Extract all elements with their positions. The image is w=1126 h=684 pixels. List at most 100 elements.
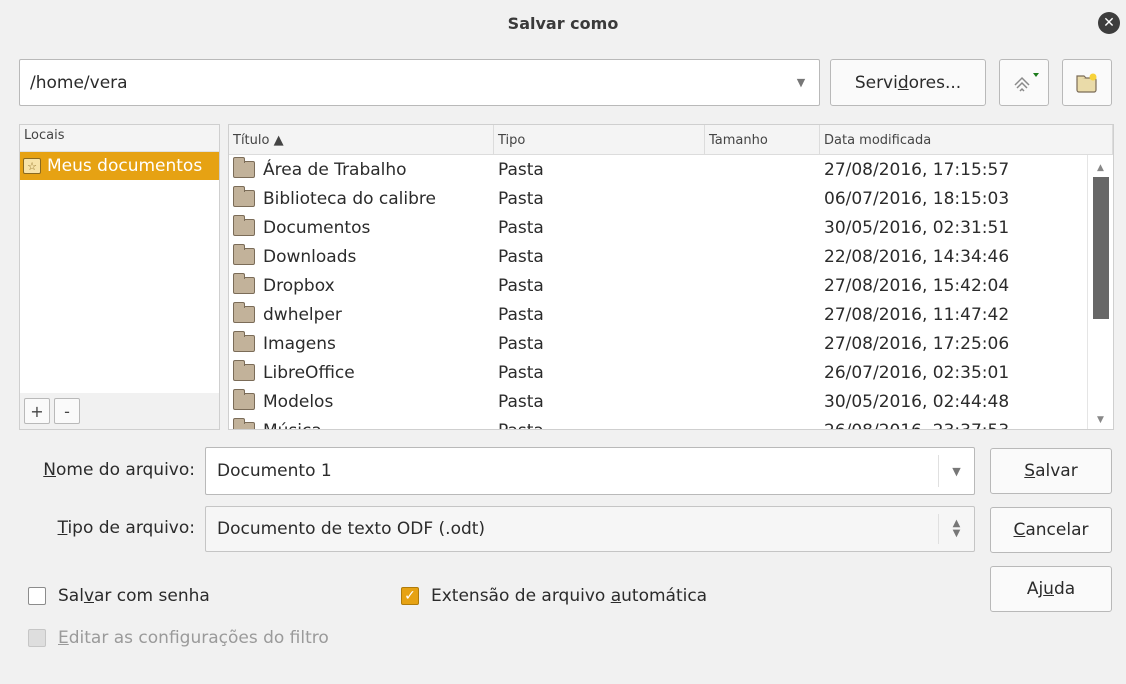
filename-input[interactable]: Documento 1 (206, 461, 938, 481)
scrollbar-thumb[interactable] (1093, 177, 1109, 319)
table-row[interactable]: Imagens Pasta 27/08/2016, 17:25:06 (229, 329, 1087, 358)
remove-place-button[interactable]: - (54, 398, 80, 424)
folder-icon (233, 186, 255, 207)
file-name: Downloads (263, 246, 357, 267)
add-place-button[interactable]: + (24, 398, 50, 424)
places-header: Locais (20, 125, 219, 152)
help-label-post: da (1053, 579, 1076, 599)
file-rows: Área de Trabalho Pasta 27/08/2016, 17:15:5… (229, 155, 1087, 429)
file-list-scrollbar[interactable]: ▲ ▼ (1087, 155, 1113, 429)
file-name: Biblioteca do calibre (263, 188, 436, 209)
servers-button[interactable]: Servi d ores... (830, 59, 986, 106)
save-label-mnemonic: S (1024, 461, 1036, 481)
option-label-pre: Extensão de arquivo (431, 586, 611, 606)
file-date: 27/08/2016, 17:15:57 (824, 159, 1010, 180)
table-row[interactable]: Downloads Pasta 22/08/2016, 14:34:46 (229, 242, 1087, 271)
file-type: Pasta (498, 188, 544, 209)
save-with-password-checkbox[interactable]: Salvar com senha (28, 586, 210, 606)
file-name: Modelos (263, 391, 334, 412)
path-combobox[interactable]: /home/vera ▼ (19, 59, 820, 106)
table-row[interactable]: Dropbox Pasta 27/08/2016, 15:42:04 (229, 271, 1087, 300)
table-row[interactable]: Música Pasta 26/08/2016, 23:37:53 (229, 416, 1087, 429)
table-row[interactable]: dwhelper Pasta 27/08/2016, 11:47:42 (229, 300, 1087, 329)
table-row[interactable]: Modelos Pasta 30/05/2016, 02:44:48 (229, 387, 1087, 416)
filename-label-text: ome do arquivo: (55, 460, 195, 480)
file-date: 27/08/2016, 15:42:04 (824, 275, 1010, 296)
edit-filter-settings-label: Editar as configurações do filtro (58, 628, 329, 648)
table-row[interactable]: Área de Trabalho Pasta 27/08/2016, 17:15:5… (229, 155, 1087, 184)
auto-extension-label: Extensão de arquivo automática (431, 586, 707, 606)
option-label-mnemonic: v (83, 586, 94, 606)
chevron-down-icon[interactable]: ▼ (938, 454, 974, 488)
cancel-label-mnemonic: C (1013, 520, 1026, 540)
checkbox-box (28, 629, 46, 647)
checkbox-box[interactable] (28, 587, 46, 605)
file-date: 30/05/2016, 02:44:48 (824, 391, 1010, 412)
filetype-label-text: ipo de arquivo: (67, 518, 195, 538)
save-with-password-label: Salvar com senha (58, 586, 210, 606)
cancel-button[interactable]: Cancelar (990, 507, 1112, 553)
up-one-level-icon (1014, 72, 1039, 92)
close-icon[interactable]: ✕ (1098, 12, 1120, 34)
folder-icon (233, 215, 255, 236)
file-date: 27/08/2016, 17:25:06 (824, 333, 1010, 354)
column-header-title[interactable]: Título ▲ (229, 125, 494, 154)
file-list-header: Título ▲ Tipo Tamanho Data modificada (229, 125, 1113, 155)
help-button[interactable]: Aj u da (990, 566, 1112, 612)
folder-icon (233, 331, 255, 352)
option-label-post: ar com senha (94, 586, 210, 606)
star-folder-icon: ☆ (23, 158, 41, 174)
folder-icon (233, 389, 255, 410)
places-footer: + - (20, 393, 219, 429)
auto-extension-checkbox[interactable]: ✓ Extensão de arquivo automática (401, 586, 707, 606)
path-input[interactable]: /home/vera (20, 73, 783, 93)
folder-icon (233, 418, 255, 429)
help-label-mnemonic: u (1043, 579, 1054, 599)
servers-label-pre: Servi (854, 72, 898, 93)
file-date: 27/08/2016, 11:47:42 (824, 304, 1010, 325)
new-folder-button[interactable] (1062, 59, 1112, 106)
file-type: Pasta (494, 421, 705, 430)
folder-icon (233, 157, 255, 178)
file-date: 30/05/2016, 02:31:51 (824, 217, 1010, 238)
column-header-date[interactable]: Data modificada (820, 125, 1113, 154)
option-label-post: utomática (621, 586, 708, 606)
filename-combobox[interactable]: Documento 1 ▼ (205, 447, 975, 495)
new-folder-icon (1076, 73, 1097, 93)
table-row[interactable]: Biblioteca do calibre Pasta 06/07/2016, 18… (229, 184, 1087, 213)
save-label: alvar (1035, 461, 1078, 481)
file-date: 22/08/2016, 14:34:46 (824, 246, 1010, 267)
option-label-mnemonic: a (610, 586, 622, 606)
scroll-down-icon[interactable]: ▼ (1088, 411, 1113, 429)
option-label-pre: Sal (58, 586, 84, 606)
file-name: dwhelper (263, 304, 342, 325)
folder-icon (233, 273, 255, 294)
filetype-select[interactable]: Documento de texto ODF (.odt) ▲ ▼ (205, 506, 975, 552)
checkmark-icon[interactable]: ✓ (401, 587, 419, 605)
column-header-type[interactable]: Tipo (494, 125, 705, 154)
file-type: Pasta (498, 304, 544, 325)
file-type: Pasta (498, 275, 544, 296)
table-row[interactable]: Documentos Pasta 30/05/2016, 02:31:51 (229, 213, 1087, 242)
folder-icon (233, 244, 255, 265)
file-type: Pasta (498, 217, 544, 238)
file-type: Pasta (498, 362, 544, 383)
places-item-my-documents[interactable]: ☆ Meus documentos (20, 152, 219, 180)
file-type: Pasta (498, 246, 544, 267)
dialog-titlebar: Salvar como ✕ (0, 0, 1126, 46)
places-panel: Locais ☆ Meus documentos + - (19, 124, 220, 430)
servers-label-post: ores... (908, 72, 962, 93)
save-button[interactable]: Salvar (990, 448, 1112, 494)
filetype-label-mnemonic: T (57, 518, 68, 538)
column-header-size[interactable]: Tamanho (705, 125, 820, 154)
level-up-button[interactable] (999, 59, 1049, 106)
file-name: Documentos (263, 217, 371, 238)
scroll-up-icon[interactable]: ▲ (1088, 159, 1113, 177)
file-name: Dropbox (263, 275, 335, 296)
chevron-down-icon[interactable]: ▼ (783, 60, 819, 105)
file-list: Título ▲ Tipo Tamanho Data modificada Ár… (228, 124, 1114, 430)
file-name: Música (263, 421, 322, 430)
spin-arrows-icon[interactable]: ▲ ▼ (938, 513, 974, 545)
table-row[interactable]: LibreOffice Pasta 26/07/2016, 02:35:01 (229, 358, 1087, 387)
file-name: Imagens (263, 333, 336, 354)
